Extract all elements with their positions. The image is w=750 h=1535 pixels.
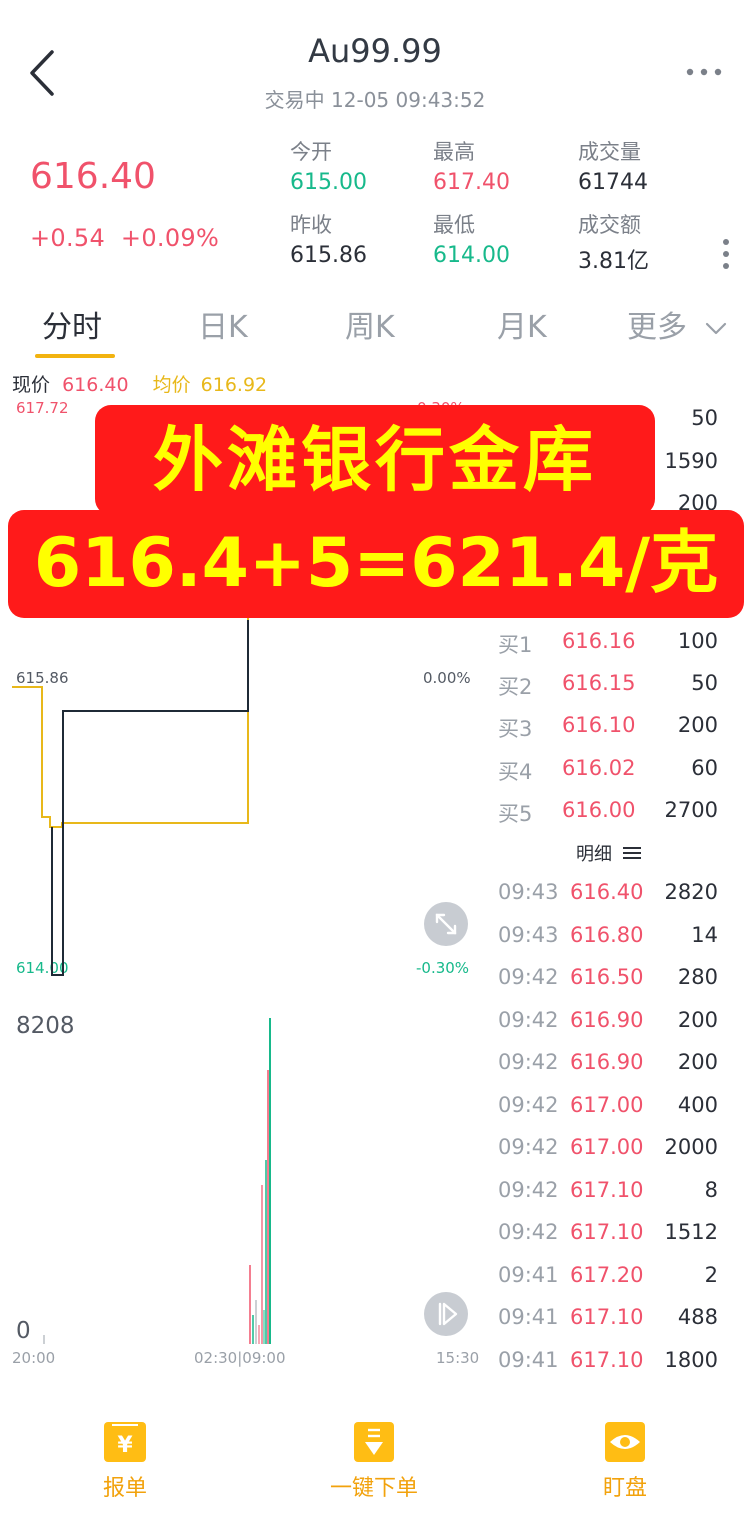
trade-volume: 488 <box>677 1305 718 1329</box>
prev-close-value: 615.86 <box>290 243 367 268</box>
high-value: 617.40 <box>433 170 510 195</box>
price-line <box>51 620 249 976</box>
vertical-dots-icon <box>723 239 729 269</box>
time-axis-start: 20:00 <box>12 1349 56 1367</box>
list-icon <box>622 847 641 859</box>
tab-more-label: 更多 <box>627 310 687 345</box>
trade-time: 09:42 <box>498 1135 559 1159</box>
promo-banner-price: 616.4+5=621.4/克 <box>33 524 719 603</box>
yen-icon[interactable]: ¥ <box>104 1422 146 1462</box>
quick-order-button[interactable]: 一键下单 <box>314 1470 434 1502</box>
bid-level-label: 买4 <box>498 760 533 784</box>
volume-label: 成交量 <box>578 140 641 164</box>
more-menu-button[interactable] <box>684 62 724 82</box>
trade-time: 09:43 <box>498 922 559 947</box>
trade-detail-toggle[interactable]: 明细 <box>576 840 642 866</box>
trade-volume: 14 <box>691 922 718 947</box>
avg-price-line <box>12 615 249 828</box>
trade-volume: 8 <box>704 1177 718 1202</box>
tab-more[interactable]: 更多 <box>627 302 727 346</box>
bid-level-label: 买5 <box>498 802 533 826</box>
bid-price: 616.10 <box>562 713 636 737</box>
trade-time: 09:41 <box>498 1347 559 1372</box>
volume-value: 61744 <box>578 170 648 195</box>
trading-status: 交易中 12-05 09:43:52 <box>264 88 486 112</box>
bid-price: 616.02 <box>562 756 636 780</box>
eye-icon[interactable] <box>605 1422 645 1462</box>
bid-level-label: 买3 <box>498 717 533 741</box>
low-value: 614.00 <box>433 243 510 268</box>
high-label: 最高 <box>433 140 475 164</box>
arrow-down-icon <box>365 1428 383 1455</box>
bid-price: 616.00 <box>562 798 636 822</box>
trade-time: 09:41 <box>498 1305 559 1329</box>
trade-volume: 2 <box>704 1262 718 1287</box>
trade-time: 09:42 <box>498 1007 559 1032</box>
price-change: +0.54 +0.09% <box>30 224 219 252</box>
expand-arrows-icon <box>435 913 457 935</box>
bid-price: 616.16 <box>562 629 636 653</box>
order-entry-button[interactable]: 报单 <box>74 1470 176 1502</box>
low-label: 最低 <box>433 213 475 237</box>
trade-volume: 200 <box>677 1007 718 1032</box>
turnover-label: 成交额 <box>578 213 641 237</box>
download-order-icon[interactable] <box>354 1422 394 1462</box>
open-label: 今开 <box>290 140 332 164</box>
eye-icon-glyph <box>610 1435 640 1449</box>
trade-time: 09:42 <box>498 1092 559 1117</box>
tab-weekly-k[interactable]: 周K <box>345 302 395 346</box>
trade-time: 09:42 <box>498 965 559 989</box>
trade-time: 09:42 <box>498 1220 559 1244</box>
trade-volume: 2000 <box>664 1135 718 1159</box>
bid-price: 616.15 <box>562 671 636 695</box>
time-axis-mid: 02:30|09:00 <box>194 1349 286 1367</box>
yen-icon-glyph: ¥ <box>112 1424 138 1458</box>
bid-volume: 100 <box>677 629 718 653</box>
last-price: 616.40 <box>30 156 156 197</box>
quote-more-button[interactable] <box>720 238 732 270</box>
tab-intraday[interactable]: 分时 <box>42 302 102 346</box>
active-tab-indicator <box>35 354 115 358</box>
watch-button[interactable]: 盯盘 <box>575 1470 675 1502</box>
volume-chart[interactable] <box>0 1010 490 1350</box>
trade-volume: 400 <box>677 1092 718 1117</box>
change-value: +0.54 <box>30 224 106 252</box>
bid-volume: 60 <box>691 756 718 780</box>
trade-volume: 1512 <box>664 1220 718 1244</box>
trade-volume: 1800 <box>664 1347 718 1372</box>
trade-time: 09:41 <box>498 1262 559 1287</box>
detail-label: 明细 <box>576 844 612 865</box>
trade-time: 09:42 <box>498 1050 559 1074</box>
bid-volume: 200 <box>677 713 718 737</box>
playback-button[interactable] <box>424 1292 468 1336</box>
change-percent: +0.09% <box>120 224 220 252</box>
bid-volume: 2700 <box>664 798 718 822</box>
bid-volume: 50 <box>691 671 718 695</box>
trade-time: 09:42 <box>498 1177 559 1202</box>
page-title: Au99.99 <box>308 32 442 70</box>
trade-volume: 2820 <box>664 880 718 904</box>
prev-close-label: 昨收 <box>290 213 332 237</box>
bid-level-label: 买2 <box>498 675 533 699</box>
tab-monthly-k[interactable]: 月K <box>497 302 547 346</box>
promo-banner-title: 外滩银行金库 <box>153 419 597 501</box>
open-value: 615.00 <box>290 170 367 195</box>
trade-time: 09:43 <box>498 880 559 904</box>
chevron-down-icon <box>705 322 726 334</box>
trade-volume: 280 <box>677 965 718 989</box>
svg-text:¥: ¥ <box>117 1433 133 1458</box>
turnover-value: 3.81亿 <box>578 249 649 274</box>
trade-volume: 200 <box>677 1050 718 1074</box>
fullscreen-button[interactable] <box>424 902 468 946</box>
tab-daily-k[interactable]: 日K <box>198 302 248 346</box>
time-axis-end: 15:30 <box>436 1349 480 1367</box>
bid-level-label: 买1 <box>498 633 533 657</box>
more-dots-icon <box>686 68 722 76</box>
play-bar-icon <box>438 1302 458 1326</box>
